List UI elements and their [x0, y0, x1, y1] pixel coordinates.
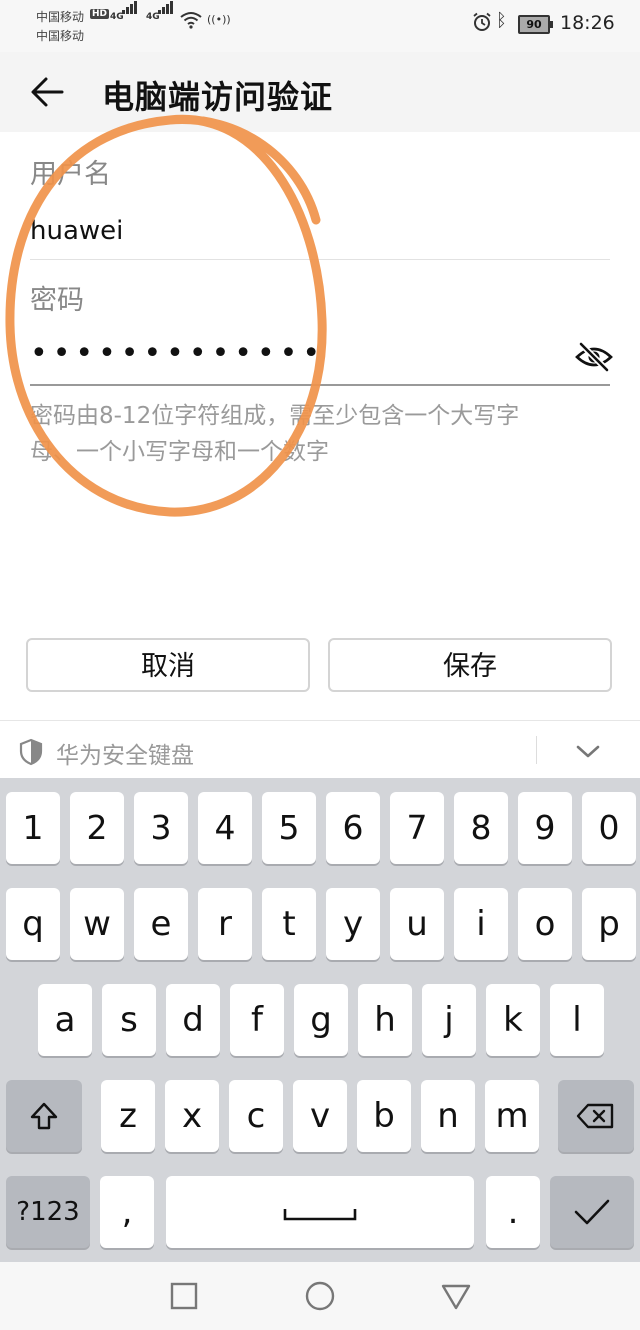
key-x[interactable]: x: [165, 1080, 219, 1152]
login-form: 用户名 huawei 密码 ••••••••••••• 密码由8-12位字符组成…: [0, 132, 640, 722]
password-hint-line-2: 母、一个小写字母和一个数字: [30, 439, 329, 465]
key-n[interactable]: n: [421, 1080, 475, 1152]
key-u[interactable]: u: [390, 888, 444, 960]
enter-key[interactable]: [550, 1176, 634, 1248]
key-f[interactable]: f: [230, 984, 284, 1056]
key-g[interactable]: g: [294, 984, 348, 1056]
password-hint: 密码由8-12位字符组成，需至少包含一个大写字 母、一个小写字母和一个数字: [30, 398, 600, 470]
key-0[interactable]: 0: [582, 792, 636, 864]
keyboard-title: 华为安全键盘: [56, 743, 194, 769]
key-l[interactable]: l: [550, 984, 604, 1056]
key-6[interactable]: 6: [326, 792, 380, 864]
keyboard-title-bar: 华为安全键盘: [0, 722, 640, 778]
shift-key[interactable]: [6, 1080, 82, 1152]
key-z[interactable]: z: [101, 1080, 155, 1152]
key-r[interactable]: r: [198, 888, 252, 960]
username-label: 用户名: [30, 159, 111, 190]
clock: 18:26: [560, 12, 615, 34]
status-bar: 中国移动 HD 中国移动 4G 4G ((•)) ᛒ 90 18:26: [0, 0, 640, 52]
checkmark-icon: [574, 1199, 610, 1225]
key-2[interactable]: 2: [70, 792, 124, 864]
key-5[interactable]: 5: [262, 792, 316, 864]
key-3[interactable]: 3: [134, 792, 188, 864]
comma-key[interactable]: ,: [100, 1176, 154, 1248]
password-label: 密码: [30, 285, 84, 316]
key-k[interactable]: k: [486, 984, 540, 1056]
space-key[interactable]: [166, 1176, 474, 1248]
key-7[interactable]: 7: [390, 792, 444, 864]
username-field[interactable]: huawei: [30, 216, 123, 246]
chevron-down-icon[interactable]: [572, 740, 604, 762]
key-o[interactable]: o: [518, 888, 572, 960]
eye-hidden-icon[interactable]: [574, 340, 614, 374]
period-key[interactable]: .: [486, 1176, 540, 1248]
recent-apps-icon[interactable]: [168, 1280, 200, 1312]
key-q[interactable]: q: [6, 888, 60, 960]
cancel-button[interactable]: 取消: [26, 638, 310, 692]
password-hint-line-1: 密码由8-12位字符组成，需至少包含一个大写字: [30, 403, 520, 429]
key-i[interactable]: i: [454, 888, 508, 960]
key-s[interactable]: s: [102, 984, 156, 1056]
key-b[interactable]: b: [357, 1080, 411, 1152]
key-8[interactable]: 8: [454, 792, 508, 864]
carrier-2: 中国移动: [36, 29, 85, 43]
key-1[interactable]: 1: [6, 792, 60, 864]
key-e[interactable]: e: [134, 888, 188, 960]
password-field[interactable]: •••••••••••••: [30, 339, 325, 369]
key-9[interactable]: 9: [518, 792, 572, 864]
key-4[interactable]: 4: [198, 792, 252, 864]
save-button[interactable]: 保存: [328, 638, 612, 692]
keyboard-bar-separator: [536, 736, 537, 764]
symbols-key[interactable]: ?123: [6, 1176, 90, 1248]
key-p[interactable]: p: [582, 888, 636, 960]
navigation-bar: [0, 1262, 640, 1330]
space-icon: [283, 1209, 357, 1221]
key-d[interactable]: d: [166, 984, 220, 1056]
keyboard: 1234567890 qwertyuiop asdfghjkl zxcvbnm …: [0, 778, 640, 1262]
shift-icon: [30, 1102, 58, 1130]
app-header: 电脑端访问验证: [0, 52, 640, 132]
form-divider: [0, 720, 640, 721]
carrier-1: 中国移动: [36, 10, 85, 24]
backspace-icon: [576, 1103, 614, 1129]
password-divider: [30, 384, 610, 386]
key-v[interactable]: v: [293, 1080, 347, 1152]
hotspot-icon: ((•)): [207, 13, 231, 26]
bluetooth-icon: ᛒ: [496, 10, 507, 31]
back-arrow-icon[interactable]: [28, 72, 68, 112]
home-icon[interactable]: [304, 1280, 336, 1312]
username-divider: [30, 259, 610, 260]
key-w[interactable]: w: [70, 888, 124, 960]
wifi-icon: [180, 12, 202, 29]
alarm-icon: [473, 12, 491, 31]
battery-icon: 90: [518, 15, 553, 34]
key-m[interactable]: m: [485, 1080, 539, 1152]
page-title: 电脑端访问验证: [102, 78, 334, 116]
hd-badge: HD: [90, 9, 110, 19]
key-t[interactable]: t: [262, 888, 316, 960]
key-j[interactable]: j: [422, 984, 476, 1056]
shield-icon: [19, 738, 43, 766]
key-c[interactable]: c: [229, 1080, 283, 1152]
key-a[interactable]: a: [38, 984, 92, 1056]
key-h[interactable]: h: [358, 984, 412, 1056]
nav-back-icon[interactable]: [440, 1280, 472, 1312]
backspace-key[interactable]: [558, 1080, 634, 1152]
key-y[interactable]: y: [326, 888, 380, 960]
